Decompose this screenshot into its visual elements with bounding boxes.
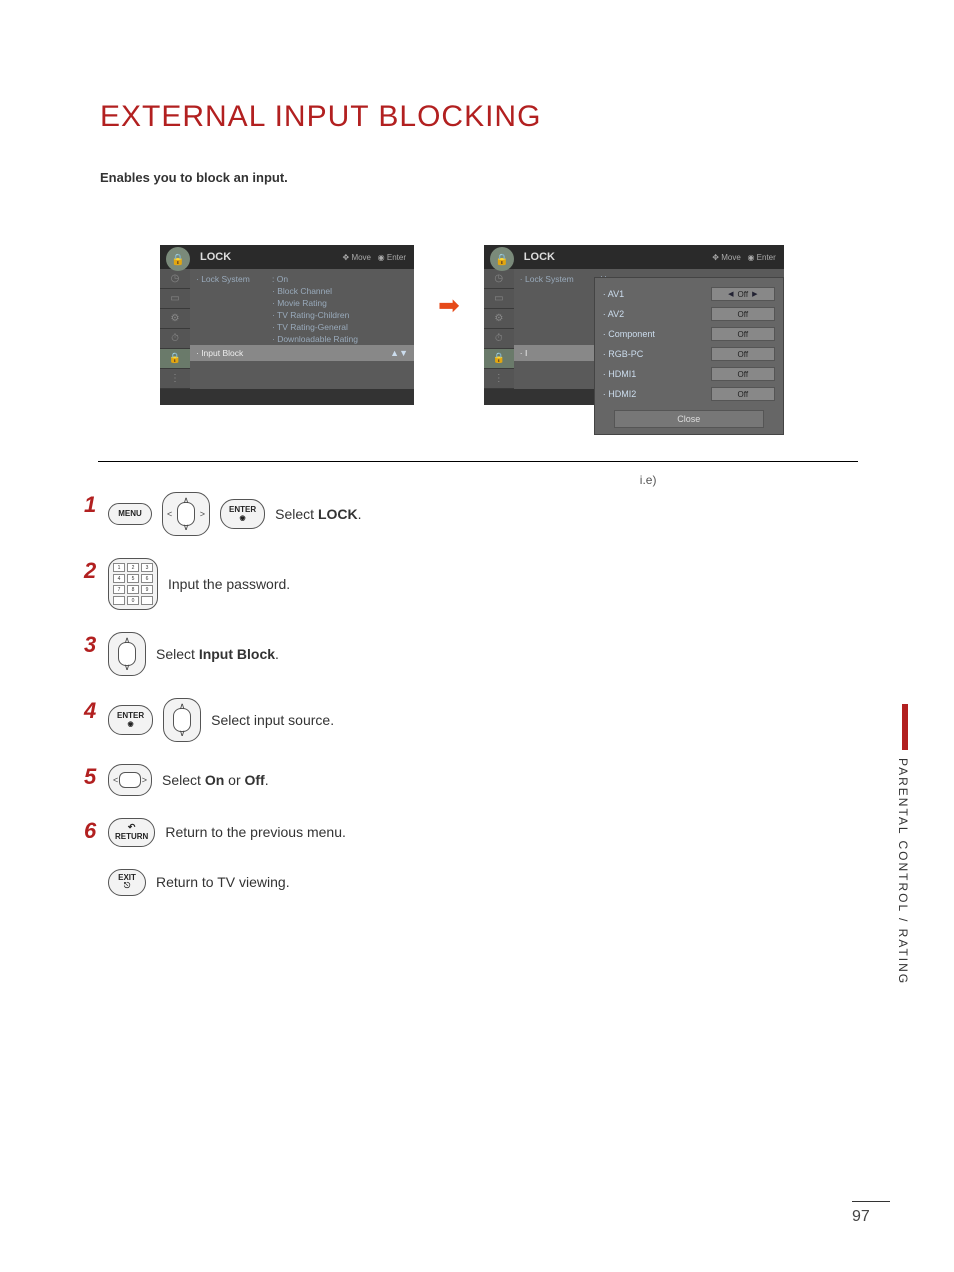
submenu-row[interactable]: · RGB-PC Off	[601, 344, 777, 364]
osd-header: 🔒 LOCK ✥ Move ◉ Enter	[484, 245, 784, 269]
step-number: 2	[84, 558, 98, 584]
menu-button[interactable]: MENU	[108, 503, 152, 526]
osd-input-block-row[interactable]: · Input Block ▲▼	[190, 345, 414, 361]
enter-button[interactable]: ENTER◉	[220, 499, 265, 529]
osd-screens: 🔒 LOCK ✥ Move ◉ Enter ◷▭⚙⏱🔒⋮ · Lock Syst…	[160, 245, 884, 405]
step-number: 6	[84, 818, 98, 844]
arrow-icon: ➡	[438, 290, 460, 321]
submenu-row[interactable]: · AV1 ◀Off▶	[601, 284, 777, 304]
updown-icon: ▲▼	[390, 348, 408, 358]
step-text: Select On or Off.	[162, 772, 269, 788]
osd-lock-system-value: : On	[272, 274, 288, 284]
page-number: 97	[852, 1201, 890, 1226]
left-tri-icon[interactable]: ◀	[728, 290, 733, 298]
numpad-icon[interactable]: 1234567890	[108, 558, 158, 610]
osd-lock-system-label: · Lock System	[520, 274, 596, 284]
step-text: Select Input Block.	[156, 646, 279, 662]
submenu-row[interactable]: · AV2 Off	[601, 304, 777, 324]
lock-icon: 🔒	[166, 247, 190, 271]
step-text: Input the password.	[168, 576, 290, 592]
step-text: Return to the previous menu.	[165, 824, 346, 840]
steps-list: 1 MENU ∧∨<> ENTER◉ Select LOCK. 2 123456…	[84, 492, 884, 896]
osd-hints: ✥ Move ◉ Enter	[343, 253, 407, 262]
enter-button[interactable]: ENTER◉	[108, 705, 153, 735]
osd-lock-system-label: · Lock System	[196, 274, 272, 284]
osd-title: LOCK	[524, 251, 555, 263]
side-label: PARENTAL CONTROL / RATING	[896, 758, 910, 985]
osd-right: 🔒 LOCK ✥ Move ◉ Enter ◷▭⚙⏱🔒⋮ · Lock Syst…	[484, 245, 784, 405]
submenu-row[interactable]: · HDMI1 Off	[601, 364, 777, 384]
dpad-horizontal[interactable]: <>	[108, 764, 152, 796]
close-button[interactable]: Close	[614, 410, 764, 428]
osd-item: · Block Channel	[272, 286, 332, 296]
step-text: Return to TV viewing.	[156, 874, 290, 890]
dpad-full[interactable]: ∧∨<>	[162, 492, 210, 536]
step-number: 4	[84, 698, 98, 724]
osd-left: 🔒 LOCK ✥ Move ◉ Enter ◷▭⚙⏱🔒⋮ · Lock Syst…	[160, 245, 414, 405]
osd-item: · Movie Rating	[272, 298, 327, 308]
lock-icon: 🔒	[490, 247, 514, 271]
divider	[98, 461, 858, 462]
osd-item: · Downloadable Rating	[272, 334, 358, 344]
osd-sidebar: ◷▭⚙⏱🔒⋮	[160, 269, 190, 389]
osd-item: · TV Rating-Children	[272, 310, 349, 320]
dpad-vertical[interactable]: ∧∨	[108, 632, 146, 676]
osd-hints: ✥ Move ◉ Enter	[712, 253, 776, 262]
osd-header: 🔒 LOCK ✥ Move ◉ Enter	[160, 245, 414, 269]
step-text: Select input source.	[211, 712, 334, 728]
ie-note: i.e)	[640, 473, 657, 487]
step-number: 3	[84, 632, 98, 658]
return-button[interactable]: ↶RETURN	[108, 818, 155, 847]
step-number: 5	[84, 764, 98, 790]
page-subtitle: Enables you to block an input.	[100, 170, 884, 185]
side-tab: PARENTAL CONTROL / RATING	[872, 706, 890, 1026]
dpad-vertical[interactable]: ∧∨	[163, 698, 201, 742]
exit-button[interactable]: EXIT⎋	[108, 869, 146, 897]
osd-title: LOCK	[200, 251, 231, 263]
input-block-submenu: · AV1 ◀Off▶ · AV2 Off · Component Off · …	[594, 277, 784, 435]
osd-sidebar: ◷▭⚙⏱🔒⋮	[484, 269, 514, 389]
step-text: Select LOCK.	[275, 506, 361, 522]
submenu-row[interactable]: · Component Off	[601, 324, 777, 344]
page-title: EXTERNAL INPUT BLOCKING	[100, 100, 884, 134]
step-number: 1	[84, 492, 98, 518]
osd-item: · TV Rating-General	[272, 322, 348, 332]
submenu-row[interactable]: · HDMI2 Off	[601, 384, 777, 404]
right-tri-icon[interactable]: ▶	[752, 290, 757, 298]
